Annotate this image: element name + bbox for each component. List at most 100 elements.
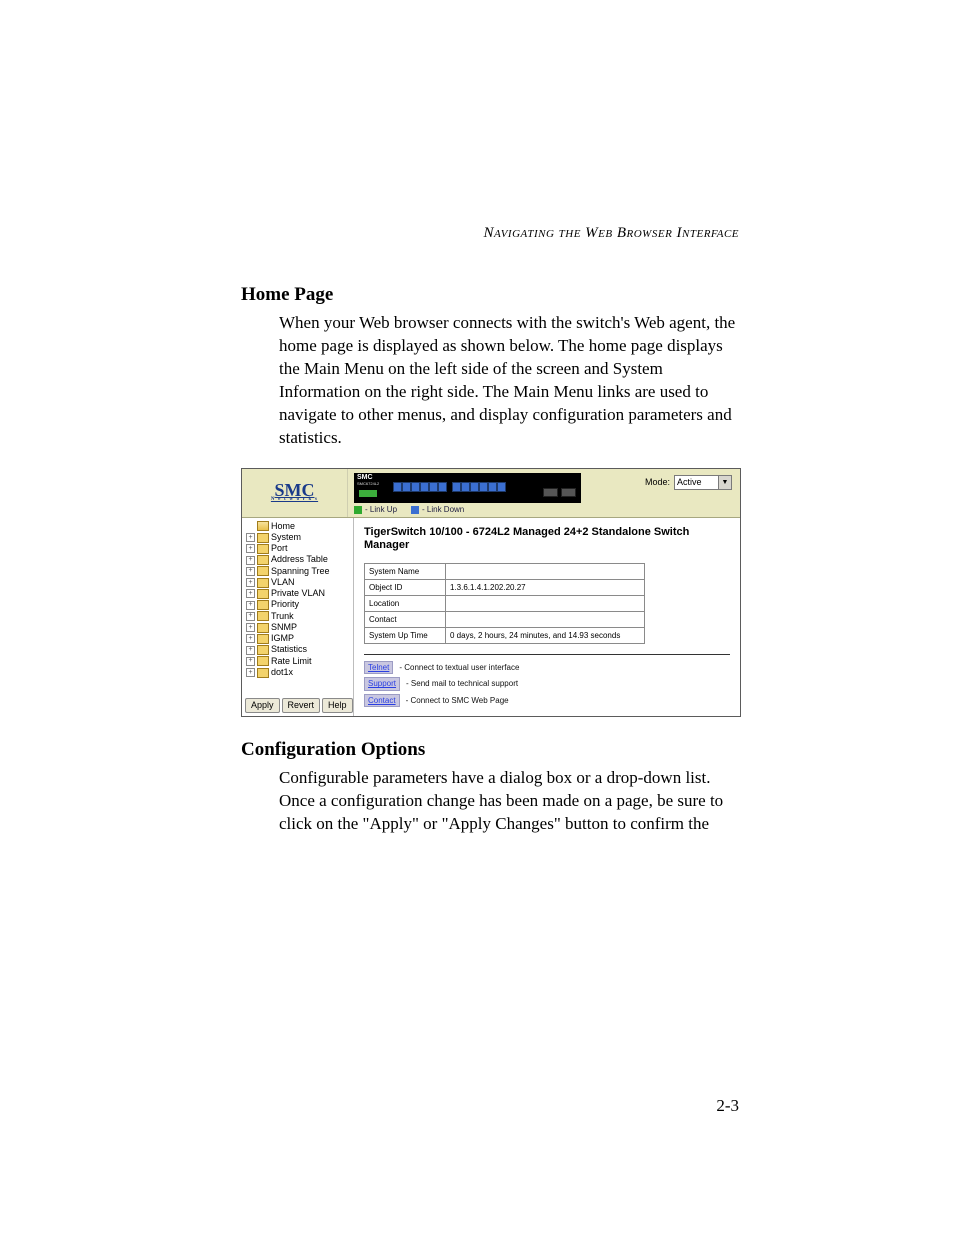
- folder-icon: [257, 656, 269, 666]
- expand-icon[interactable]: +: [246, 634, 255, 643]
- contact-link[interactable]: Contact: [364, 694, 400, 707]
- tree-item-dot1x[interactable]: + dot1x: [246, 667, 351, 678]
- port-icon[interactable]: [452, 482, 461, 492]
- main-menu-tree: Home+System+Port+Address Table+Spanning …: [242, 518, 354, 716]
- page-title: TigerSwitch 10/100 - 6724L2 Managed 24+2…: [364, 526, 730, 554]
- support-link[interactable]: Support: [364, 677, 400, 690]
- port-legend: - Link Up - Link Down: [354, 505, 734, 514]
- expand-icon[interactable]: +: [246, 668, 255, 677]
- expand-icon[interactable]: +: [246, 589, 255, 598]
- fiber-port-icon[interactable]: [543, 488, 558, 497]
- tree-item-label: dot1x: [271, 667, 293, 678]
- brand-logo: SMC N e t w o r k s: [242, 469, 348, 517]
- tree-item-label: Private VLAN: [271, 588, 325, 599]
- tree-item-label: Home: [271, 521, 295, 532]
- tree-item-port[interactable]: +Port: [246, 543, 351, 554]
- tree-item-statistics[interactable]: + Statistics: [246, 644, 351, 655]
- tree-item-vlan[interactable]: +VLAN: [246, 577, 351, 588]
- uptime-value: 0 days, 2 hours, 24 minutes, and 14.93 s…: [446, 628, 645, 644]
- port-icon[interactable]: [411, 482, 420, 492]
- port-icon[interactable]: [470, 482, 479, 492]
- switch-model-label: SMC SMC6724L2: [357, 475, 379, 488]
- legend-swatch-green-icon: [354, 506, 362, 514]
- running-header: Navigating the Web Browser Interface: [241, 225, 739, 242]
- contact-input[interactable]: [446, 612, 645, 628]
- folder-icon: [257, 645, 269, 655]
- expand-icon[interactable]: +: [246, 623, 255, 632]
- tree-item-trunk[interactable]: +Trunk: [246, 611, 351, 622]
- legend-link-up: - Link Up: [365, 505, 397, 514]
- field-label-object-id: Object ID: [365, 580, 446, 596]
- link-row-telnet: Telnet - Connect to textual user interfa…: [364, 661, 730, 674]
- expand-icon[interactable]: +: [246, 544, 255, 553]
- tree-item-system[interactable]: +System: [246, 532, 351, 543]
- divider: [364, 654, 730, 655]
- fiber-ports: [543, 488, 576, 497]
- tree-item-label: SNMP: [271, 622, 297, 633]
- mode-select[interactable]: Active ▼: [674, 475, 732, 490]
- port-icon[interactable]: [488, 482, 497, 492]
- folder-icon: [257, 578, 269, 588]
- field-label-system-name: System Name: [365, 564, 446, 580]
- tree-item-igmp[interactable]: + IGMP: [246, 633, 351, 644]
- brand-subtext: N e t w o r k s: [271, 498, 318, 502]
- chevron-down-icon: ▼: [718, 476, 731, 489]
- fiber-port-icon[interactable]: [561, 488, 576, 497]
- apply-button[interactable]: Apply: [245, 698, 280, 713]
- folder-icon: [257, 566, 269, 576]
- section-config-options-body: Configurable parameters have a dialog bo…: [279, 767, 739, 836]
- telnet-link[interactable]: Telnet: [364, 661, 393, 674]
- location-input[interactable]: [446, 596, 645, 612]
- brand-text: SMC: [275, 483, 315, 498]
- port-icon[interactable]: [479, 482, 488, 492]
- expand-icon[interactable]: +: [246, 612, 255, 621]
- system-name-input[interactable]: [446, 564, 645, 580]
- port-icon[interactable]: [393, 482, 402, 492]
- port-icon[interactable]: [497, 482, 506, 492]
- folder-icon: [257, 533, 269, 543]
- app-banner: SMC N e t w o r k s SMC SMC6724L2: [242, 469, 740, 518]
- tree-item-label: Address Table: [271, 554, 328, 565]
- field-label-contact: Contact: [365, 612, 446, 628]
- port-strip: [393, 482, 510, 492]
- port-icon[interactable]: [461, 482, 470, 492]
- banner-main: SMC SMC6724L2: [348, 469, 740, 517]
- tree-item-address-table[interactable]: + Address Table: [246, 554, 351, 565]
- tree-item-home[interactable]: Home: [246, 521, 351, 532]
- port-icon[interactable]: [438, 482, 447, 492]
- field-label-uptime: System Up Time: [365, 628, 446, 644]
- tree-item-private-vlan[interactable]: + Private VLAN: [246, 588, 351, 599]
- tree-item-snmp[interactable]: + SNMP: [246, 622, 351, 633]
- folder-icon: [257, 555, 269, 565]
- field-label-location: Location: [365, 596, 446, 612]
- tree-item-label: Statistics: [271, 644, 307, 655]
- support-desc: - Send mail to technical support: [406, 679, 518, 688]
- embedded-app-frame: SMC N e t w o r k s SMC SMC6724L2: [241, 468, 741, 717]
- contact-desc: - Connect to SMC Web Page: [406, 696, 509, 705]
- mode-control: Mode: Active ▼: [645, 475, 732, 490]
- page-number: 2-3: [241, 1096, 739, 1116]
- expand-icon[interactable]: +: [246, 567, 255, 576]
- expand-icon[interactable]: +: [246, 533, 255, 542]
- folder-icon: [257, 668, 269, 678]
- tree-item-priority[interactable]: +Priority: [246, 599, 351, 610]
- tree-item-spanning-tree[interactable]: +Spanning Tree: [246, 566, 351, 577]
- section-home-page-title: Home Page: [241, 284, 739, 306]
- expand-icon[interactable]: +: [246, 578, 255, 587]
- port-icon[interactable]: [429, 482, 438, 492]
- port-icon[interactable]: [420, 482, 429, 492]
- port-icon[interactable]: [402, 482, 411, 492]
- legend-link-down: - Link Down: [422, 505, 464, 514]
- tree-item-label: IGMP: [271, 633, 294, 644]
- expand-icon[interactable]: +: [246, 556, 255, 565]
- help-button[interactable]: Help: [322, 698, 353, 713]
- tree-item-label: Rate Limit: [271, 656, 312, 667]
- expand-icon[interactable]: +: [246, 657, 255, 666]
- switch-front-panel: SMC SMC6724L2: [354, 473, 581, 503]
- legend-swatch-blue-icon: [411, 506, 419, 514]
- mode-select-value: Active: [677, 477, 702, 487]
- expand-icon[interactable]: +: [246, 646, 255, 655]
- expand-icon[interactable]: +: [246, 601, 255, 610]
- revert-button[interactable]: Revert: [282, 698, 321, 713]
- tree-item-rate-limit[interactable]: + Rate Limit: [246, 656, 351, 667]
